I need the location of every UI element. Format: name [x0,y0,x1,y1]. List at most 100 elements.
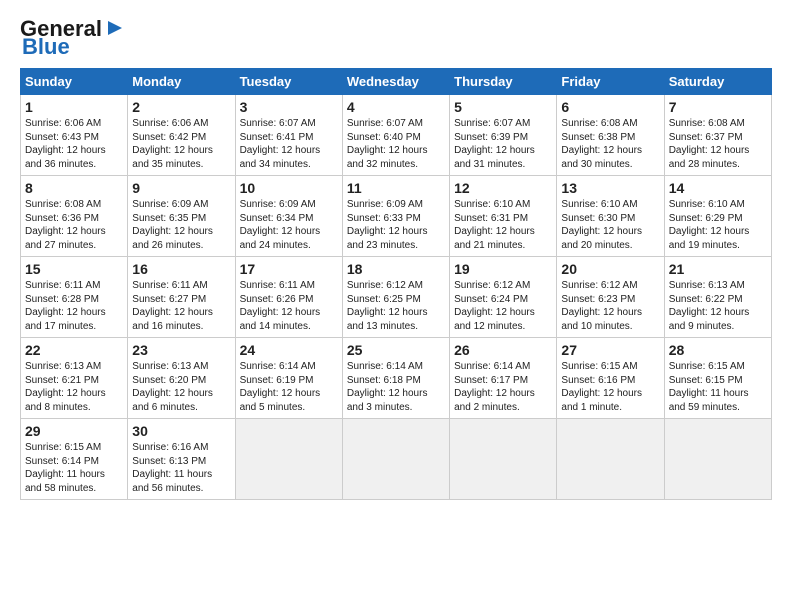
calendar-header-row: SundayMondayTuesdayWednesdayThursdayFrid… [21,69,772,95]
day-info: Sunrise: 6:13 AM Sunset: 6:20 PM Dayligh… [132,360,230,414]
day-info: Sunrise: 6:12 AM Sunset: 6:24 PM Dayligh… [454,279,552,333]
calendar-cell: 19 Sunrise: 6:12 AM Sunset: 6:24 PM Dayli… [450,257,557,338]
calendar-cell: 4 Sunrise: 6:07 AM Sunset: 6:40 PM Daylig… [342,95,449,176]
day-number: 1 [25,99,123,115]
calendar-cell: 10 Sunrise: 6:09 AM Sunset: 6:34 PM Dayli… [235,176,342,257]
day-header-thursday: Thursday [450,69,557,95]
day-info: Sunrise: 6:13 AM Sunset: 6:21 PM Dayligh… [25,360,123,414]
day-number: 22 [25,342,123,358]
day-info: Sunrise: 6:10 AM Sunset: 6:31 PM Dayligh… [454,198,552,252]
week-row-1: 1Sunrise: 6:06 AM Sunset: 6:43 PM Daylig… [21,95,772,176]
week-row-3: 15 Sunrise: 6:11 AM Sunset: 6:28 PM Dayli… [21,257,772,338]
logo-blue-text: Blue [22,36,70,58]
day-number: 4 [347,99,445,115]
day-info: Sunrise: 6:14 AM Sunset: 6:19 PM Dayligh… [240,360,338,414]
day-number: 20 [561,261,659,277]
page: General Blue SundayMondayTuesdayWednesda… [0,0,792,510]
day-info: Sunrise: 6:15 AM Sunset: 6:15 PM Dayligh… [669,360,767,414]
day-info: Sunrise: 6:12 AM Sunset: 6:23 PM Dayligh… [561,279,659,333]
calendar-cell: 24 Sunrise: 6:14 AM Sunset: 6:19 PM Dayli… [235,338,342,419]
calendar-table: SundayMondayTuesdayWednesdayThursdayFrid… [20,68,772,500]
day-number: 12 [454,180,552,196]
day-info: Sunrise: 6:13 AM Sunset: 6:22 PM Dayligh… [669,279,767,333]
day-info: Sunrise: 6:09 AM Sunset: 6:33 PM Dayligh… [347,198,445,252]
day-info: Sunrise: 6:07 AM Sunset: 6:40 PM Dayligh… [347,117,445,171]
day-info: Sunrise: 6:16 AM Sunset: 6:13 PM Dayligh… [132,441,230,495]
week-row-2: 8 Sunrise: 6:08 AM Sunset: 6:36 PM Daylig… [21,176,772,257]
day-header-saturday: Saturday [664,69,771,95]
calendar-cell: 25 Sunrise: 6:14 AM Sunset: 6:18 PM Dayli… [342,338,449,419]
day-number: 18 [347,261,445,277]
calendar-cell: 6 Sunrise: 6:08 AM Sunset: 6:38 PM Daylig… [557,95,664,176]
day-number: 17 [240,261,338,277]
calendar-cell: 5 Sunrise: 6:07 AM Sunset: 6:39 PM Daylig… [450,95,557,176]
day-number: 5 [454,99,552,115]
calendar-cell: 2Sunrise: 6:06 AM Sunset: 6:42 PM Daylig… [128,95,235,176]
day-info: Sunrise: 6:11 AM Sunset: 6:27 PM Dayligh… [132,279,230,333]
calendar-cell: 29 Sunrise: 6:15 AM Sunset: 6:14 PM Dayli… [21,419,128,500]
week-row-4: 22 Sunrise: 6:13 AM Sunset: 6:21 PM Dayli… [21,338,772,419]
day-info: Sunrise: 6:08 AM Sunset: 6:38 PM Dayligh… [561,117,659,171]
day-info: Sunrise: 6:09 AM Sunset: 6:35 PM Dayligh… [132,198,230,252]
week-row-5: 29 Sunrise: 6:15 AM Sunset: 6:14 PM Dayli… [21,419,772,500]
calendar-cell: 13 Sunrise: 6:10 AM Sunset: 6:30 PM Dayli… [557,176,664,257]
day-info: Sunrise: 6:11 AM Sunset: 6:26 PM Dayligh… [240,279,338,333]
day-number: 8 [25,180,123,196]
day-header-wednesday: Wednesday [342,69,449,95]
day-number: 14 [669,180,767,196]
day-info: Sunrise: 6:08 AM Sunset: 6:36 PM Dayligh… [25,198,123,252]
day-header-tuesday: Tuesday [235,69,342,95]
day-info: Sunrise: 6:14 AM Sunset: 6:17 PM Dayligh… [454,360,552,414]
calendar-cell [664,419,771,500]
day-number: 13 [561,180,659,196]
calendar-cell: 23 Sunrise: 6:13 AM Sunset: 6:20 PM Dayli… [128,338,235,419]
calendar-cell: 3Sunrise: 6:07 AM Sunset: 6:41 PM Daylig… [235,95,342,176]
calendar-cell: 7Sunrise: 6:08 AM Sunset: 6:37 PM Daylig… [664,95,771,176]
calendar-cell: 22 Sunrise: 6:13 AM Sunset: 6:21 PM Dayli… [21,338,128,419]
day-number: 23 [132,342,230,358]
header: General Blue [20,18,772,58]
calendar-cell [450,419,557,500]
day-info: Sunrise: 6:12 AM Sunset: 6:25 PM Dayligh… [347,279,445,333]
day-number: 27 [561,342,659,358]
day-info: Sunrise: 6:09 AM Sunset: 6:34 PM Dayligh… [240,198,338,252]
day-number: 24 [240,342,338,358]
calendar-cell [235,419,342,500]
calendar-cell: 1Sunrise: 6:06 AM Sunset: 6:43 PM Daylig… [21,95,128,176]
calendar-cell: 18 Sunrise: 6:12 AM Sunset: 6:25 PM Dayli… [342,257,449,338]
calendar-cell: 12 Sunrise: 6:10 AM Sunset: 6:31 PM Dayli… [450,176,557,257]
calendar-cell: 28Sunrise: 6:15 AM Sunset: 6:15 PM Dayli… [664,338,771,419]
calendar-cell: 11Sunrise: 6:09 AM Sunset: 6:33 PM Dayli… [342,176,449,257]
calendar-cell: 21 Sunrise: 6:13 AM Sunset: 6:22 PM Dayli… [664,257,771,338]
day-info: Sunrise: 6:10 AM Sunset: 6:29 PM Dayligh… [669,198,767,252]
calendar-body: 1Sunrise: 6:06 AM Sunset: 6:43 PM Daylig… [21,95,772,500]
day-info: Sunrise: 6:15 AM Sunset: 6:14 PM Dayligh… [25,441,123,495]
day-number: 16 [132,261,230,277]
day-number: 21 [669,261,767,277]
logo-arrow-icon [104,17,126,39]
logo: General Blue [20,18,126,58]
day-number: 15 [25,261,123,277]
day-info: Sunrise: 6:06 AM Sunset: 6:42 PM Dayligh… [132,117,230,171]
day-number: 25 [347,342,445,358]
day-number: 29 [25,423,123,439]
day-number: 19 [454,261,552,277]
day-number: 30 [132,423,230,439]
day-header-sunday: Sunday [21,69,128,95]
calendar-cell: 30 Sunrise: 6:16 AM Sunset: 6:13 PM Dayli… [128,419,235,500]
calendar-cell [557,419,664,500]
day-number: 26 [454,342,552,358]
calendar-cell: 17 Sunrise: 6:11 AM Sunset: 6:26 PM Dayli… [235,257,342,338]
day-info: Sunrise: 6:08 AM Sunset: 6:37 PM Dayligh… [669,117,767,171]
day-number: 6 [561,99,659,115]
day-info: Sunrise: 6:10 AM Sunset: 6:30 PM Dayligh… [561,198,659,252]
day-info: Sunrise: 6:14 AM Sunset: 6:18 PM Dayligh… [347,360,445,414]
day-info: Sunrise: 6:07 AM Sunset: 6:39 PM Dayligh… [454,117,552,171]
day-number: 10 [240,180,338,196]
day-info: Sunrise: 6:11 AM Sunset: 6:28 PM Dayligh… [25,279,123,333]
day-header-friday: Friday [557,69,664,95]
day-header-monday: Monday [128,69,235,95]
calendar-cell: 14 Sunrise: 6:10 AM Sunset: 6:29 PM Dayli… [664,176,771,257]
day-number: 9 [132,180,230,196]
calendar-cell: 9 Sunrise: 6:09 AM Sunset: 6:35 PM Daylig… [128,176,235,257]
